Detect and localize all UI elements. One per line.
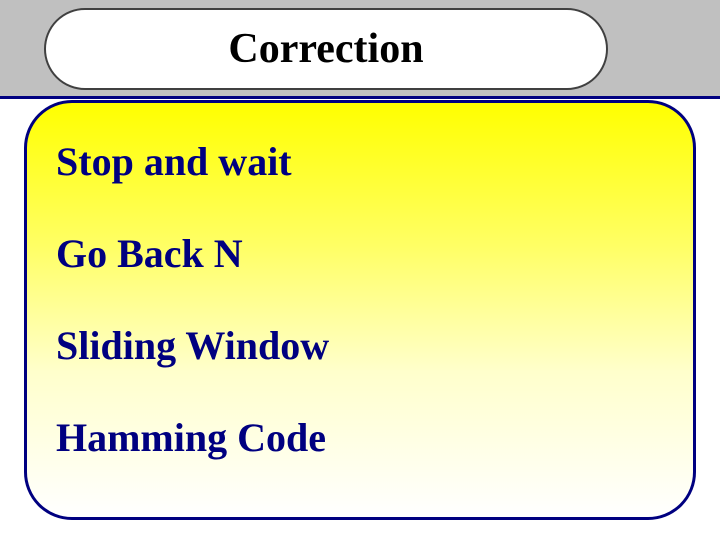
header-underline <box>0 96 720 99</box>
title-lozenge: Correction <box>44 8 608 90</box>
list-item: Hamming Code <box>56 416 656 460</box>
list-item: Stop and wait <box>56 140 656 184</box>
list-item: Sliding Window <box>56 324 656 368</box>
slide-title: Correction <box>228 25 423 73</box>
list-item: Go Back N <box>56 232 656 276</box>
item-list: Stop and wait Go Back N Sliding Window H… <box>56 140 656 508</box>
